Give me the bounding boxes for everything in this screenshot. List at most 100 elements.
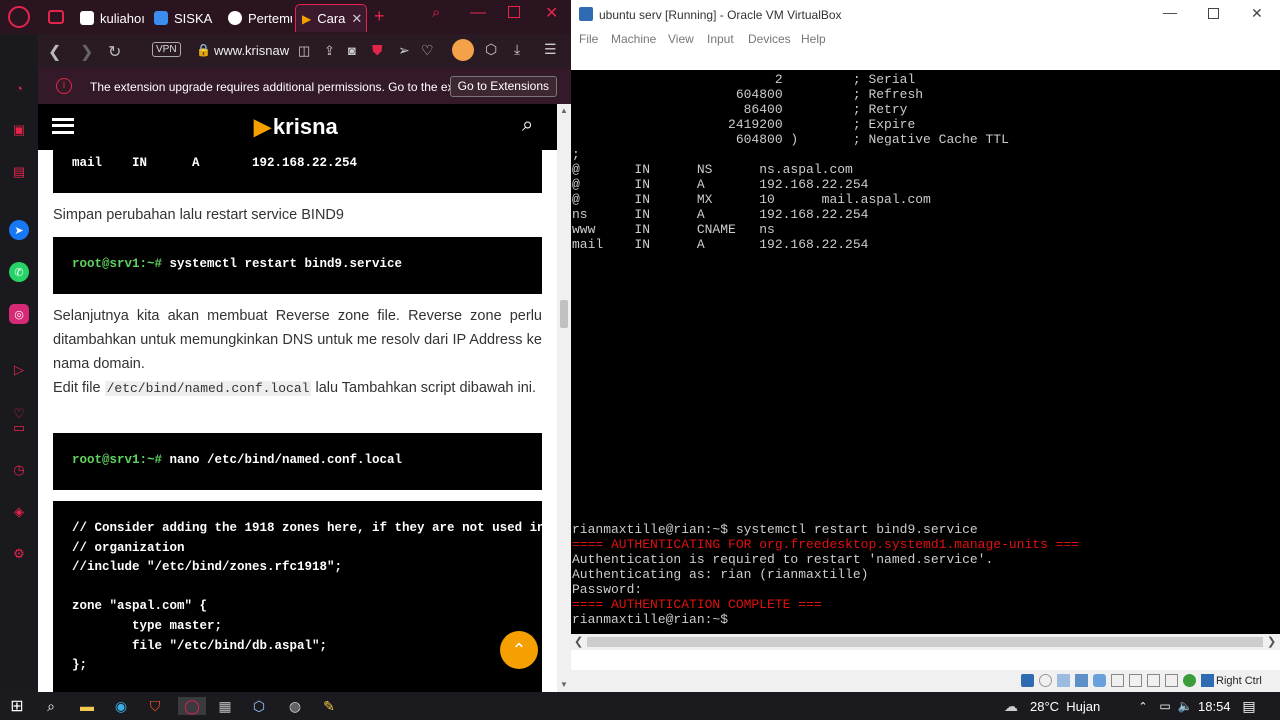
snapshot-camera-icon[interactable]: ◙	[348, 43, 356, 58]
scroll-up-icon[interactable]: ▲	[560, 106, 568, 115]
tray-chevron-icon[interactable]: ⌃	[1134, 697, 1152, 715]
page-scrollbar[interactable]: ▲ ▼	[557, 104, 571, 692]
share-icon[interactable]: ⇪	[324, 43, 335, 59]
vpn-badge[interactable]: VPN	[152, 42, 181, 57]
menu-machine[interactable]: Machine	[611, 32, 656, 46]
shopping-bag-icon[interactable]: ▣	[9, 120, 29, 140]
mouse-integration-icon[interactable]	[1201, 674, 1214, 687]
forward-icon[interactable]: ❯	[80, 42, 93, 62]
terminal-line: @ IN MX 10 mail.aspal.com	[572, 192, 931, 207]
scroll-left-icon[interactable]: ❮	[574, 635, 583, 648]
edge-icon[interactable]: ◉	[112, 697, 130, 715]
scroll-right-icon[interactable]: ❯	[1267, 635, 1276, 648]
menu-help[interactable]: Help	[801, 32, 826, 46]
heart-bookmark-icon[interactable]: ♡	[421, 42, 434, 59]
messenger-icon[interactable]: ➤	[9, 220, 29, 240]
weather-text[interactable]: 28°C Hujan	[1030, 699, 1100, 714]
display-status-icon[interactable]	[1129, 674, 1142, 687]
metamask-fox-icon[interactable]	[452, 39, 474, 61]
back-icon[interactable]: ❮	[48, 42, 61, 62]
menu-file[interactable]: File	[579, 32, 598, 46]
menu-view[interactable]: View	[668, 32, 694, 46]
tab-kuliahon[interactable]: kuliahoı	[74, 4, 146, 32]
brave-icon[interactable]: ⛉	[146, 697, 164, 715]
vm-horizontal-scrollbar[interactable]: ❮ ❯	[571, 634, 1280, 650]
reader-icon[interactable]: ◫	[298, 43, 310, 59]
opera-logo-icon[interactable]	[8, 6, 30, 28]
cpu-status-icon[interactable]	[1165, 674, 1178, 687]
vt-status-icon[interactable]	[1183, 674, 1196, 687]
network-icon[interactable]: ▭	[1156, 697, 1174, 715]
calculator-icon[interactable]: ▦	[216, 697, 234, 715]
windows-start-icon[interactable]: ⊞	[8, 697, 26, 715]
vm-terminal-screen[interactable]: 2 ; Serial 604800 ; Refresh 86400 ; Retr…	[571, 70, 1280, 634]
shared-folders-icon[interactable]	[1111, 674, 1124, 687]
tab-label: kuliahoı	[100, 10, 145, 26]
gamepad-icon[interactable]	[48, 10, 64, 24]
menu-devices[interactable]: Devices	[748, 32, 791, 46]
address-bar: ❮ ❯ ↻ VPN 🔒 www.krisnaw ◫ ⇪ ◙ ⛊ ➢ ♡ ⬡ ⤓ …	[38, 34, 571, 68]
opera-taskbar-icon[interactable]: ◯	[178, 697, 206, 715]
maximize-icon[interactable]	[1208, 8, 1219, 19]
network-status-icon[interactable]	[1075, 674, 1088, 687]
terminal-line: mail IN A 192.168.22.254	[572, 237, 869, 252]
pinboard-icon[interactable]: ▭	[9, 418, 29, 438]
adblock-shield-icon[interactable]: ⛊	[372, 42, 383, 59]
maximize-icon[interactable]	[508, 6, 520, 18]
weather-cloud-icon[interactable]: ☁	[1002, 697, 1020, 715]
menu-hamburger-icon[interactable]	[52, 118, 74, 134]
extensions-cube-icon[interactable]: ◈	[9, 502, 29, 522]
close-tab-icon[interactable]: ✕	[351, 11, 362, 27]
tab-siska[interactable]: SISKA	[148, 4, 220, 32]
go-to-extensions-button[interactable]: Go to Extensions	[449, 76, 557, 97]
terminal-line: Authenticating as: rian (rianmaxtille)	[572, 567, 869, 582]
twitch-icon[interactable]: ▤	[9, 162, 29, 182]
terminal-line: rianmaxtille@rian:~$ systemctl restart b…	[572, 522, 978, 537]
volume-icon[interactable]: 🔈	[1176, 697, 1194, 715]
close-window-icon[interactable]: ✕	[545, 3, 558, 23]
terminal-line: www IN CNAME ns	[572, 222, 775, 237]
history-icon[interactable]: ◷	[9, 460, 29, 480]
reload-icon[interactable]: ↻	[108, 42, 121, 62]
settings-gear-icon[interactable]: ⚙	[9, 544, 29, 564]
tab-cara-active[interactable]: ▶ Cara ✕	[295, 4, 367, 32]
code-block-1: mail IN A 192.168.22.254	[53, 150, 542, 193]
close-window-icon[interactable]: ✕	[1251, 5, 1263, 22]
search-tabs-icon[interactable]: ⌕	[432, 4, 440, 21]
usb-status-icon[interactable]	[1093, 674, 1106, 687]
speed-dial-icon[interactable]: ◔	[9, 78, 29, 98]
clock[interactable]: 18:54	[1198, 699, 1231, 714]
menu-input[interactable]: Input	[707, 32, 734, 46]
send-icon[interactable]: ➢	[398, 42, 410, 59]
search-icon[interactable]: ⌕	[42, 697, 60, 715]
hdd-status-icon[interactable]	[1021, 674, 1034, 687]
code-line: type master;	[72, 618, 223, 633]
scroll-down-icon[interactable]: ▼	[560, 680, 568, 689]
minimize-icon[interactable]: —	[1163, 4, 1177, 20]
scrollbar-thumb[interactable]	[587, 637, 1263, 647]
notepad-icon[interactable]: ✎	[320, 697, 338, 715]
site-logo[interactable]: ▶ krisna	[254, 114, 338, 140]
notification-icon[interactable]: ▤	[1240, 697, 1258, 715]
code-block-2: root@srv1:~# systemctl restart bind9.ser…	[53, 237, 542, 294]
whatsapp-icon[interactable]: ✆	[9, 262, 29, 282]
download-icon[interactable]: ⤓	[514, 41, 520, 58]
easy-setup-icon[interactable]: ☰	[544, 41, 557, 58]
scroll-to-top-button[interactable]: ⌃	[500, 631, 538, 669]
instagram-icon[interactable]: ◎	[9, 304, 29, 324]
recording-status-icon[interactable]	[1147, 674, 1160, 687]
search-icon[interactable]: ⌕	[522, 114, 533, 137]
new-tab-button[interactable]: +	[374, 6, 385, 27]
virtualbox-taskbar-icon[interactable]: ⬡	[250, 697, 268, 715]
extensions-icon[interactable]: ⬡	[485, 41, 497, 58]
file-explorer-icon[interactable]: ▬	[78, 697, 96, 715]
scrollbar-thumb[interactable]	[560, 300, 568, 328]
player-icon[interactable]: ▷	[9, 360, 29, 380]
minimize-icon[interactable]: —	[470, 4, 486, 22]
code-prompt: root@srv1:~#	[72, 257, 163, 271]
url-field[interactable]: www.krisnaw	[214, 43, 289, 58]
optical-status-icon[interactable]	[1039, 674, 1052, 687]
obs-icon[interactable]: ◍	[286, 697, 304, 715]
tab-pertemuan[interactable]: Pertemu	[222, 4, 292, 32]
audio-status-icon[interactable]	[1057, 674, 1070, 687]
